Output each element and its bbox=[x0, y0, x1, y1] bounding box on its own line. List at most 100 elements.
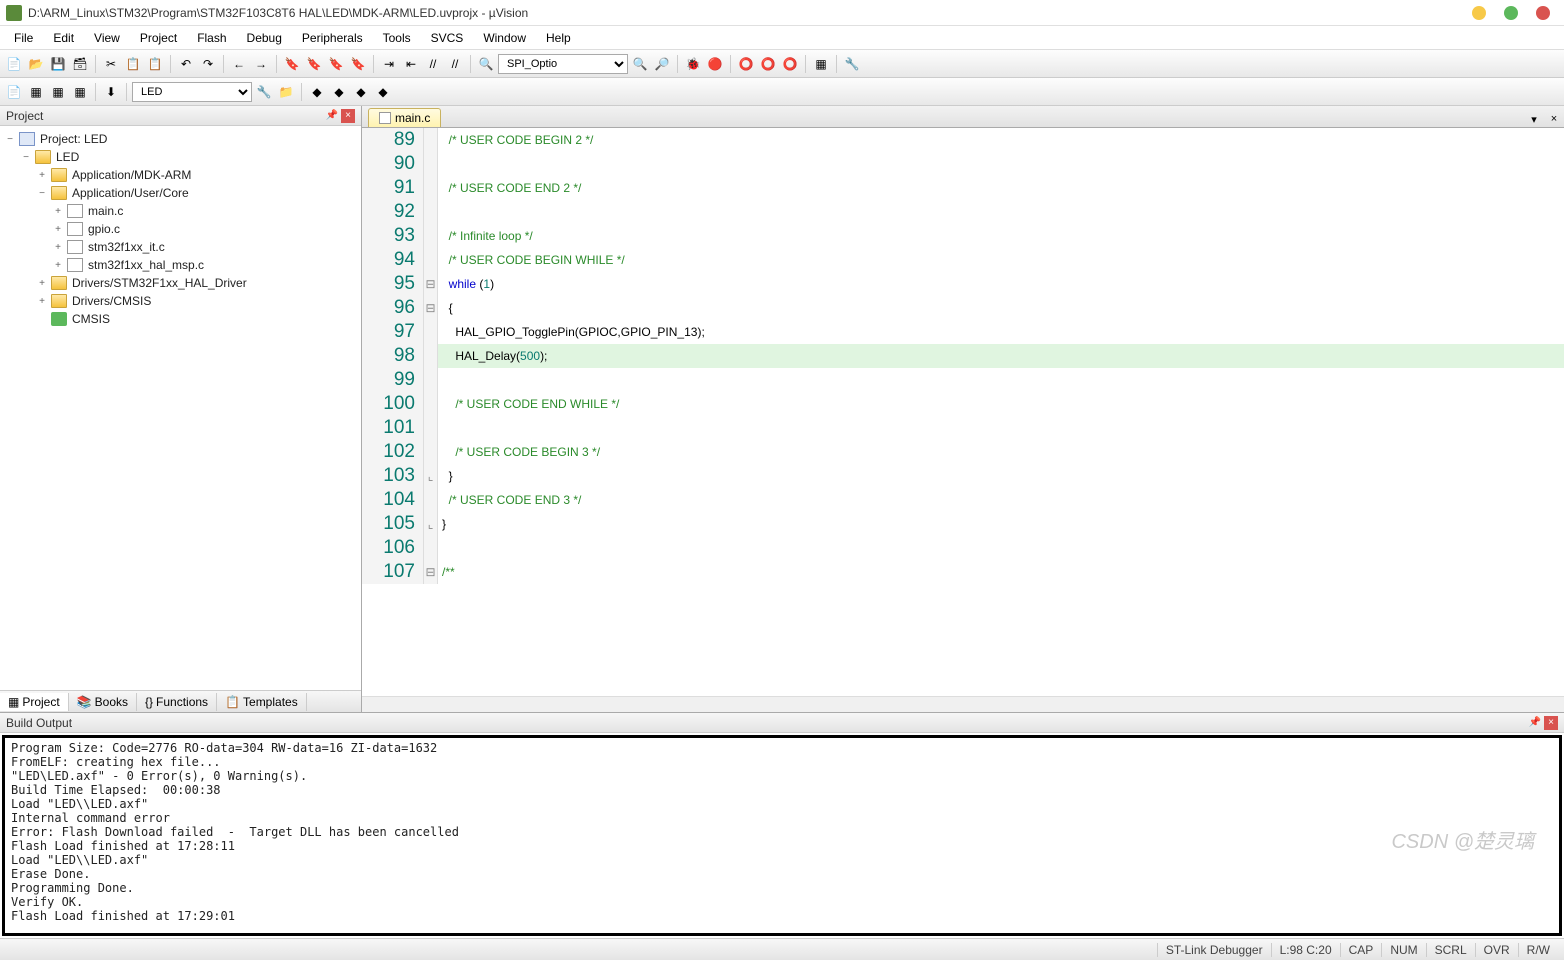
find-combo[interactable]: SPI_Optio bbox=[498, 54, 628, 74]
bookmark-icon[interactable]: 🔖 bbox=[282, 54, 302, 74]
project-tree[interactable]: − Project: LED −LED+Application/MDK-ARM−… bbox=[0, 126, 361, 690]
cut-icon[interactable]: ✂ bbox=[101, 54, 121, 74]
uncomment-icon[interactable]: // bbox=[445, 54, 465, 74]
menu-help[interactable]: Help bbox=[536, 28, 581, 48]
status-rw: R/W bbox=[1518, 943, 1558, 957]
bookmark-clear-icon[interactable]: 🔖 bbox=[348, 54, 368, 74]
tree-item[interactable]: +Drivers/CMSIS bbox=[2, 292, 359, 310]
status-caps: CAP bbox=[1340, 943, 1382, 957]
panel-pin-icon[interactable]: 📌 bbox=[325, 109, 339, 123]
menu-view[interactable]: View bbox=[84, 28, 130, 48]
editor-dropdown-icon[interactable]: ▾ bbox=[1526, 111, 1542, 127]
incremental-find-icon[interactable]: 🔎 bbox=[652, 54, 672, 74]
nav-back-icon[interactable]: ← bbox=[229, 54, 249, 74]
breakpoint-disable-icon[interactable]: ⭕ bbox=[758, 54, 778, 74]
status-bar: ST-Link Debugger L:98 C:20 CAP NUM SCRL … bbox=[0, 938, 1564, 960]
menu-debug[interactable]: Debug bbox=[237, 28, 292, 48]
tree-item[interactable]: +stm32f1xx_it.c bbox=[2, 238, 359, 256]
project-panel-title: Project bbox=[6, 109, 43, 123]
folder-icon bbox=[51, 186, 67, 200]
tree-item[interactable]: −Application/User/Core bbox=[2, 184, 359, 202]
bookmark-next-icon[interactable]: 🔖 bbox=[326, 54, 346, 74]
debug-icon[interactable]: 🐞 bbox=[683, 54, 703, 74]
redo-icon[interactable]: ↷ bbox=[198, 54, 218, 74]
maximize-button[interactable] bbox=[1504, 6, 1518, 20]
paste-icon[interactable]: 📋 bbox=[145, 54, 165, 74]
options-icon[interactable]: 🔧 bbox=[254, 82, 274, 102]
comment-icon[interactable]: // bbox=[423, 54, 443, 74]
nav-fwd-icon[interactable]: → bbox=[251, 54, 271, 74]
tree-item[interactable]: +gpio.c bbox=[2, 220, 359, 238]
window-layout-icon[interactable]: ▦ bbox=[811, 54, 831, 74]
menu-project[interactable]: Project bbox=[130, 28, 187, 48]
horizontal-scrollbar[interactable] bbox=[362, 696, 1564, 712]
file-icon bbox=[67, 222, 83, 236]
status-debugger: ST-Link Debugger bbox=[1157, 943, 1271, 957]
menu-file[interactable]: File bbox=[4, 28, 43, 48]
tree-item[interactable]: +stm32f1xx_hal_msp.c bbox=[2, 256, 359, 274]
target-combo[interactable]: LED bbox=[132, 82, 252, 102]
status-ovr: OVR bbox=[1475, 943, 1518, 957]
download-icon[interactable]: ⬇ bbox=[101, 82, 121, 102]
rebuild-icon[interactable]: ▦ bbox=[48, 82, 68, 102]
project-tab-functions[interactable]: {}Functions bbox=[137, 693, 217, 711]
project-tabs: ▦Project📚Books{}Functions📋Templates bbox=[0, 690, 361, 712]
tree-item[interactable]: −LED bbox=[2, 148, 359, 166]
editor-close-icon[interactable]: × bbox=[1546, 111, 1562, 127]
app-icon bbox=[6, 5, 22, 21]
minimize-button[interactable] bbox=[1472, 6, 1486, 20]
build-icon[interactable]: ▦ bbox=[26, 82, 46, 102]
output-close-icon[interactable]: × bbox=[1544, 716, 1558, 730]
breakpoint-kill-icon[interactable]: ⭕ bbox=[780, 54, 800, 74]
menu-edit[interactable]: Edit bbox=[43, 28, 84, 48]
main-toolbar: 📄 📂 💾 🗃 ✂ 📋 📋 ↶ ↷ ← → 🔖 🔖 🔖 🔖 ⇥ ⇤ // // … bbox=[0, 50, 1564, 78]
menu-flash[interactable]: Flash bbox=[187, 28, 236, 48]
output-pin-icon[interactable]: 📌 bbox=[1528, 716, 1542, 730]
status-cursor: L:98 C:20 bbox=[1271, 943, 1340, 957]
pack-install-icon[interactable]: ◆ bbox=[373, 82, 393, 102]
menu-window[interactable]: Window bbox=[473, 28, 536, 48]
cmsis-icon bbox=[51, 312, 67, 326]
save-all-icon[interactable]: 🗃 bbox=[70, 54, 90, 74]
new-file-icon[interactable]: 📄 bbox=[4, 54, 24, 74]
editor-tab-main-c[interactable]: main.c bbox=[368, 108, 441, 127]
folder-icon bbox=[51, 276, 67, 290]
project-tab-templates[interactable]: 📋Templates bbox=[217, 693, 307, 711]
tree-item[interactable]: CMSIS bbox=[2, 310, 359, 328]
menu-peripherals[interactable]: Peripherals bbox=[292, 28, 373, 48]
menu-svcs[interactable]: SVCS bbox=[421, 28, 474, 48]
project-tab-books[interactable]: 📚Books bbox=[69, 693, 137, 711]
translate-icon[interactable]: 📄 bbox=[4, 82, 24, 102]
select-pack-icon[interactable]: ◆ bbox=[351, 82, 371, 102]
breakpoint-enable-icon[interactable]: ⭕ bbox=[736, 54, 756, 74]
manage-icon[interactable]: ◆ bbox=[307, 82, 327, 102]
code-editor[interactable]: 89 /* USER CODE BEGIN 2 */90 91 /* USER … bbox=[362, 128, 1564, 696]
editor-tabs: main.c ▾ × bbox=[362, 106, 1564, 128]
find-icon[interactable]: 🔍 bbox=[476, 54, 496, 74]
project-tab-project[interactable]: ▦Project bbox=[0, 693, 69, 711]
undo-icon[interactable]: ↶ bbox=[176, 54, 196, 74]
bookmark-prev-icon[interactable]: 🔖 bbox=[304, 54, 324, 74]
menu-bar: FileEditViewProjectFlashDebugPeripherals… bbox=[0, 26, 1564, 50]
copy-icon[interactable]: 📋 bbox=[123, 54, 143, 74]
outdent-icon[interactable]: ⇤ bbox=[401, 54, 421, 74]
save-icon[interactable]: 💾 bbox=[48, 54, 68, 74]
find-in-files-icon[interactable]: 🔍 bbox=[630, 54, 650, 74]
folder-icon bbox=[51, 294, 67, 308]
batch-build-icon[interactable]: ▦ bbox=[70, 82, 90, 102]
indent-icon[interactable]: ⇥ bbox=[379, 54, 399, 74]
status-scrl: SCRL bbox=[1426, 943, 1475, 957]
manage-rte-icon[interactable]: ◆ bbox=[329, 82, 349, 102]
build-output-text[interactable]: Program Size: Code=2776 RO-data=304 RW-d… bbox=[2, 735, 1562, 936]
tree-root[interactable]: − Project: LED bbox=[2, 130, 359, 148]
close-button[interactable] bbox=[1536, 6, 1550, 20]
tree-item[interactable]: +main.c bbox=[2, 202, 359, 220]
tree-item[interactable]: +Drivers/STM32F1xx_HAL_Driver bbox=[2, 274, 359, 292]
open-file-icon[interactable]: 📂 bbox=[26, 54, 46, 74]
configure-icon[interactable]: 🔧 bbox=[842, 54, 862, 74]
menu-tools[interactable]: Tools bbox=[373, 28, 421, 48]
target-options-icon[interactable]: 📁 bbox=[276, 82, 296, 102]
breakpoint-insert-icon[interactable]: 🔴 bbox=[705, 54, 725, 74]
panel-close-icon[interactable]: × bbox=[341, 109, 355, 123]
tree-item[interactable]: +Application/MDK-ARM bbox=[2, 166, 359, 184]
